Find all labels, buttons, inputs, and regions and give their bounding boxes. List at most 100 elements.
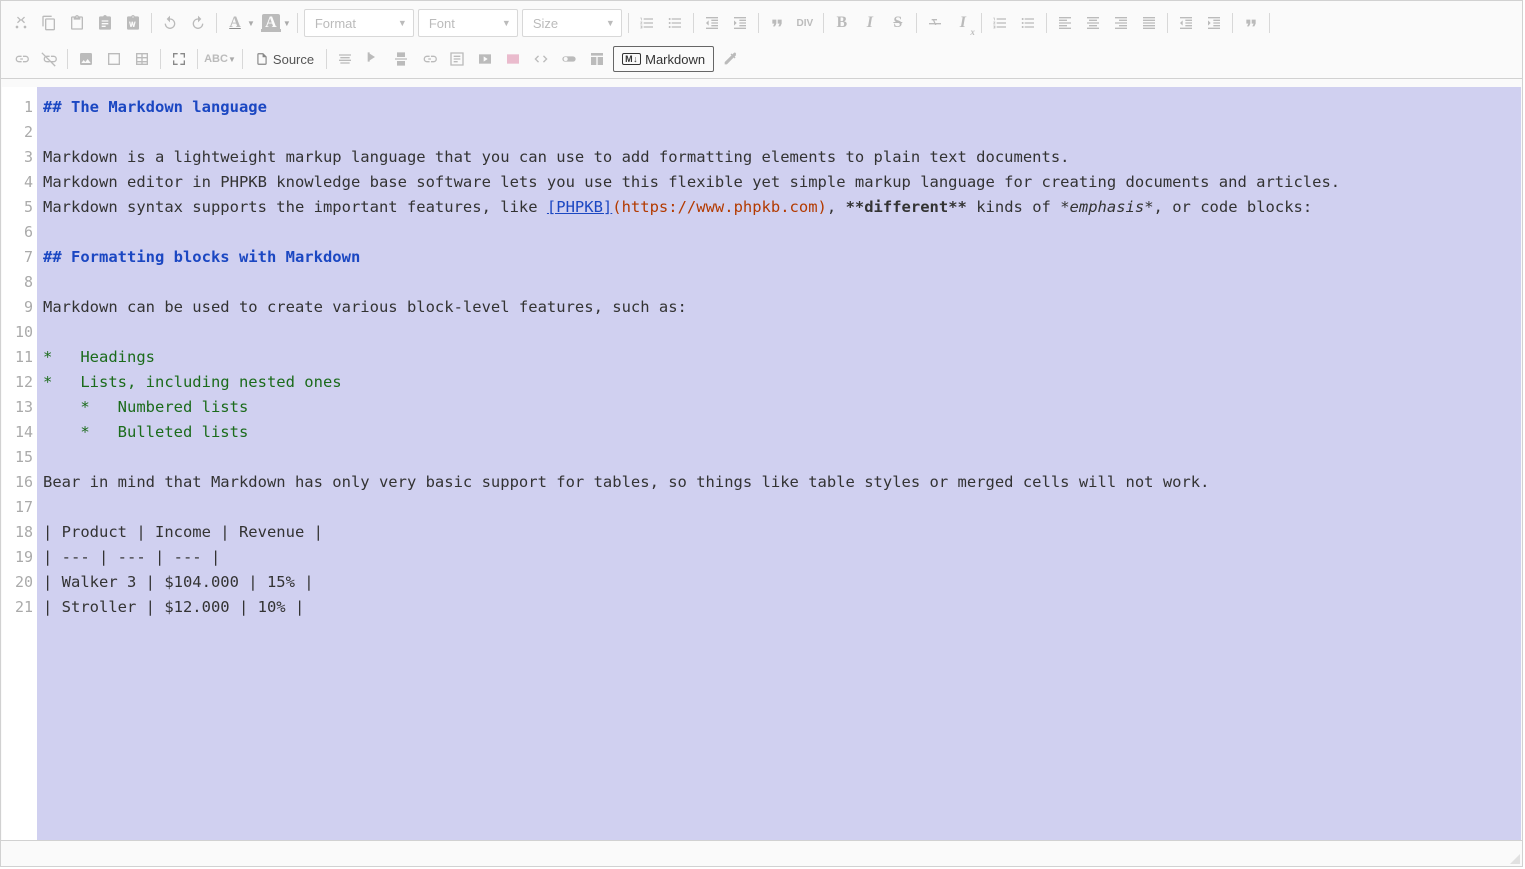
anchor-button[interactable] [359, 45, 387, 73]
size-combo[interactable]: Size▼ [522, 9, 622, 37]
blockquote-button[interactable] [763, 9, 791, 37]
link-button[interactable] [7, 45, 35, 73]
line-number: 16 [2, 470, 33, 495]
markdown-button[interactable]: M↓Markdown [613, 46, 714, 72]
bulleted-list-button[interactable] [661, 9, 689, 37]
line-number: 8 [2, 270, 33, 295]
toolbar: A▼ A▼ Format▼ Font▼ Size▼ DIV B I S Ix [1, 1, 1522, 79]
div-button[interactable]: DIV [791, 9, 819, 37]
toolbar-row-2: ABC▼ Source M↓Markdown [7, 41, 1516, 77]
align-right-button[interactable] [1107, 9, 1135, 37]
paste-button[interactable] [63, 9, 91, 37]
eyedropper-button[interactable] [716, 45, 744, 73]
code-line[interactable]: Markdown is a lightweight markup languag… [43, 145, 1515, 170]
line-number: 10 [2, 320, 33, 345]
youtube-button[interactable] [471, 45, 499, 73]
code-line[interactable]: | Product | Income | Revenue | [43, 520, 1515, 545]
embed-button[interactable] [499, 45, 527, 73]
line-number: 9 [2, 295, 33, 320]
code-editor[interactable]: 123456789101112131415161718192021 ## The… [2, 87, 1521, 840]
template-button[interactable] [583, 45, 611, 73]
code-line[interactable]: ## The Markdown language [43, 95, 1515, 120]
code-line[interactable]: ## Formatting blocks with Markdown [43, 245, 1515, 270]
code-line[interactable]: | Stroller | $12.000 | 10% | [43, 595, 1515, 620]
paste-word-button[interactable] [119, 9, 147, 37]
image-button[interactable] [72, 45, 100, 73]
editor-container: A▼ A▼ Format▼ Font▼ Size▼ DIV B I S Ix [0, 0, 1523, 867]
blockquote-2-button[interactable] [1237, 9, 1265, 37]
code-line[interactable]: Markdown editor in PHPKB knowledge base … [43, 170, 1515, 195]
line-number: 12 [2, 370, 33, 395]
redo-button[interactable] [184, 9, 212, 37]
line-number: 21 [2, 595, 33, 620]
toggle-button[interactable] [555, 45, 583, 73]
bg-color-button[interactable]: A [257, 9, 285, 37]
outdent-button[interactable] [698, 9, 726, 37]
line-number: 11 [2, 345, 33, 370]
code-line[interactable]: * Headings [43, 345, 1515, 370]
strike-button[interactable]: S [884, 9, 912, 37]
cut-button[interactable] [7, 9, 35, 37]
status-bar [1, 840, 1522, 866]
line-number: 14 [2, 420, 33, 445]
link-2-button[interactable] [415, 45, 443, 73]
code-area[interactable]: ## The Markdown language Markdown is a l… [37, 87, 1521, 840]
line-gutter: 123456789101112131415161718192021 [2, 87, 37, 840]
indent-button[interactable] [726, 9, 754, 37]
align-left-button[interactable] [1051, 9, 1079, 37]
code-line[interactable]: Markdown can be used to create various b… [43, 295, 1515, 320]
code-line[interactable]: | Walker 3 | $104.000 | 15% | [43, 570, 1515, 595]
format-combo[interactable]: Format▼ [304, 9, 414, 37]
code-line[interactable]: Markdown syntax supports the important f… [43, 195, 1515, 220]
line-number: 4 [2, 170, 33, 195]
text-color-button[interactable]: A [221, 9, 249, 37]
outdent-2-button[interactable] [1172, 9, 1200, 37]
page-break-button[interactable] [387, 45, 415, 73]
paste-text-button[interactable] [91, 9, 119, 37]
undo-button[interactable] [156, 9, 184, 37]
resize-handle[interactable] [1510, 854, 1520, 864]
remove-format-button[interactable] [921, 9, 949, 37]
clear-format-button[interactable]: Ix [949, 9, 977, 37]
toolbar-row-1: A▼ A▼ Format▼ Font▼ Size▼ DIV B I S Ix [7, 5, 1516, 41]
line-number: 19 [2, 545, 33, 570]
numbered-list-2-button[interactable] [986, 9, 1014, 37]
code-line[interactable] [43, 495, 1515, 520]
code-line[interactable]: Bear in mind that Markdown has only very… [43, 470, 1515, 495]
code-line[interactable] [43, 445, 1515, 470]
line-number: 15 [2, 445, 33, 470]
code-line[interactable]: | --- | --- | --- | [43, 545, 1515, 570]
code-line[interactable]: * Numbered lists [43, 395, 1515, 420]
code-line[interactable]: * Lists, including nested ones [43, 370, 1515, 395]
font-combo[interactable]: Font▼ [418, 9, 518, 37]
unlink-button[interactable] [35, 45, 63, 73]
line-number: 6 [2, 220, 33, 245]
line-number: 17 [2, 495, 33, 520]
flash-button[interactable] [100, 45, 128, 73]
code-line[interactable] [43, 270, 1515, 295]
line-number: 13 [2, 395, 33, 420]
code-line[interactable] [43, 120, 1515, 145]
code-snippet-button[interactable] [527, 45, 555, 73]
align-center-button[interactable] [1079, 9, 1107, 37]
line-number: 20 [2, 570, 33, 595]
source-button[interactable]: Source [247, 46, 322, 72]
line-number: 7 [2, 245, 33, 270]
italic-button[interactable]: I [856, 9, 884, 37]
bold-button[interactable]: B [828, 9, 856, 37]
code-line[interactable] [43, 220, 1515, 245]
indent-2-button[interactable] [1200, 9, 1228, 37]
align-justify-button[interactable] [1135, 9, 1163, 37]
line-number: 2 [2, 120, 33, 145]
spellcheck-button[interactable]: ABC [202, 45, 230, 73]
show-blocks-button[interactable] [331, 45, 359, 73]
numbered-list-button[interactable] [633, 9, 661, 37]
code-line[interactable]: * Bulleted lists [43, 420, 1515, 445]
line-number: 18 [2, 520, 33, 545]
iframe-button[interactable] [443, 45, 471, 73]
table-button[interactable] [128, 45, 156, 73]
bulleted-list-2-button[interactable] [1014, 9, 1042, 37]
copy-button[interactable] [35, 9, 63, 37]
maximize-button[interactable] [165, 45, 193, 73]
code-line[interactable] [43, 320, 1515, 345]
